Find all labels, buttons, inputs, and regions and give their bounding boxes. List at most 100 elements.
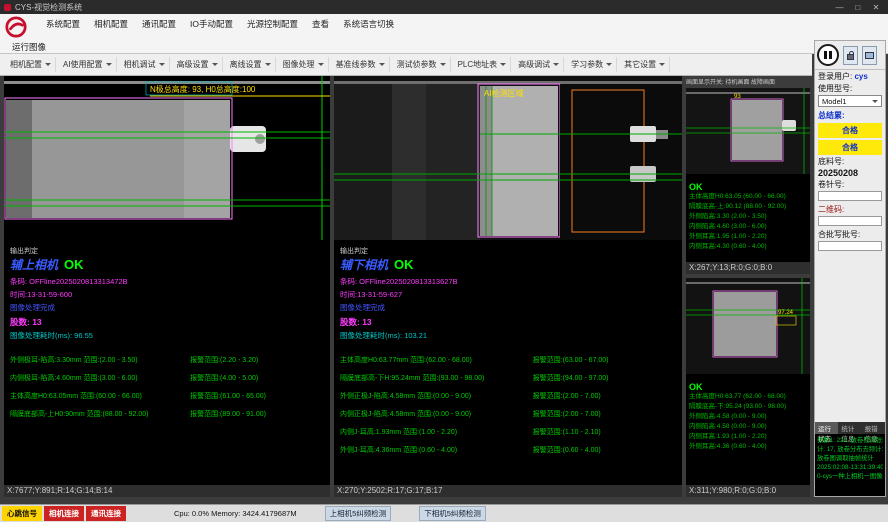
upper-result-block: 输出判定 辅上相机OK 条码: OFFline2025020813313472B… [10,246,326,419]
menu-item-io-manual[interactable]: IO手动配置 [190,18,233,30]
tool-advanced-settings[interactable]: 高级设置 [173,57,223,72]
tool-learning-params[interactable]: 学习参数 [567,57,617,72]
qr-code-input[interactable] [818,216,882,226]
upper-pixel-coords: X:7677;Y:891;R:14;G:14;B:14 [4,485,330,497]
model-label: 使用型号: [815,82,885,94]
side-bottom-result-block: OK 主体高度H0:63.77 (62.00 - 68.00) 隔膜底高-下:9… [686,379,810,452]
chevron-down-icon [500,63,506,66]
measure-row: 外侧正极J-陷高:4.58mm 范围:(0.00 - 9.00)报警范围:(2.… [340,391,678,401]
camera-connection-indicator: 相机连接 [44,506,84,521]
upper-status-ok: OK [64,257,84,272]
menu-item-light-control[interactable]: 光源控制配置 [247,18,298,30]
measure-row: 隔膜底部高-下H:95.24mm 范围:(93.00 - 98.00)报警范围:… [340,373,678,383]
upper-process-done: 图像处理完成 [10,302,326,313]
side-top-pixel-coords: X:267;Y:13;R:0;G:0;B:0 [686,262,810,274]
app-icon [4,4,11,11]
heartbeat-indicator: 心跳信号 [2,506,42,521]
chevron-down-icon [440,63,446,66]
display-toggle-button[interactable] [862,46,877,65]
close-button[interactable]: ✕ [868,3,884,12]
maximize-button[interactable]: □ [850,3,866,12]
stats-line: 计: 17, 放卷分布去频计: 0, [817,445,883,454]
lower-result-block: 输出判定 辅下相机OK 条码: OFFline2025020813313627B… [340,246,678,455]
judge-label: 输出判定 [10,246,326,256]
measure-row: 隔膜底部高-上H0:90mm 范围:(88.00 - 92.00)报警范围:(8… [10,409,326,419]
side-top-status-ok: OK [689,182,807,192]
side-bottom-line: 隔膜底高-下:95.24 (93.00 - 98.00) [689,402,807,412]
side-camera-image-bottom[interactable]: 97.24 [686,278,810,374]
chevron-down-icon [872,100,878,103]
model-select[interactable]: Model1 [818,95,882,107]
lower-overlay-label: AI检测区域 [484,88,524,98]
judge-label: 输出判定 [340,246,678,256]
lower-process-done: 图像处理完成 [340,302,678,313]
tab-errors[interactable]: 报错信息 [862,422,885,434]
menu-item-language[interactable]: 系统语言切换 [343,18,394,30]
batch-number-input[interactable] [818,241,882,251]
lower-camera-panel: AI检测区域 输出判定 辅下相机OK 条码: OFFline2025020813… [334,76,682,497]
chevron-down-icon [606,63,612,66]
status-bar: 心跳信号 相机连接 通讯连接 Cpu: 0.0% Memory: 3424.41… [0,504,888,522]
side-column-header: 画面显示开关: 待机画面 故障画面 [686,77,810,86]
control-button-row [815,41,885,70]
lower-camera-name: 辅下相机 [340,258,388,272]
side-bottom-line: 外侧耳高:4.36 (0.60 - 4.00) [689,442,807,452]
tool-advanced-debug[interactable]: 高级调试 [514,57,564,72]
lower-status-ok: OK [394,257,414,272]
tool-other-settings[interactable]: 其它设置 [620,57,670,72]
toolbar: 相机配置 AI使用配置 相机调试 高级设置 离线设置 图像处理 基准线参数 测试… [0,54,812,76]
lock-screen-button[interactable] [843,46,858,65]
tool-test-params[interactable]: 测试侦参数 [393,57,451,72]
side-top-overlay-label: 93 [734,94,741,100]
minimize-button[interactable]: — [832,3,848,12]
lower-camera-image[interactable]: AI检测区域 [334,76,682,240]
menu-item-camera-config[interactable]: 相机配置 [94,18,128,30]
pause-button[interactable] [817,44,839,66]
measure-row: 外侧J-耳高:4.36mm 范围:(0.60 - 4.00)报警范围:(0.60… [340,445,678,455]
menu-item-system-config[interactable]: 系统配置 [46,18,80,30]
chevron-down-icon [106,63,112,66]
lower-elapsed: 图像处理耗时(ms): 103.21 [340,330,678,341]
side-bottom-status-ok: OK [689,382,807,392]
batch-number-label: 合批写批号: [815,228,885,240]
comm-connection-indicator: 通讯连接 [86,506,126,521]
menu-item-view[interactable]: 查看 [312,18,329,30]
upper-time: 时间:13-31-59-600 [10,289,326,300]
tab-run-status[interactable]: 运行状态 [815,422,838,434]
chevron-down-icon [159,63,165,66]
tool-baseline-params[interactable]: 基准线参数 [332,57,390,72]
login-user-value: cys [854,72,867,81]
stats-line: 放卷图调取抽帧统计 [817,454,883,463]
needle-number-input[interactable] [818,191,882,201]
tool-offline-settings[interactable]: 离线设置 [226,57,276,72]
tool-camera-config[interactable]: 相机配置 [6,57,56,72]
upper-count: 股数: 13 [10,316,326,328]
measure-row: 外侧极耳-陷高:3.30mm 范围:(2.00 - 3.50)报警范围:(2.2… [10,355,326,365]
side-bottom-line: 内侧陷高:4.58 (0.00 - 9.00) [689,422,807,432]
side-top-line: 外侧陷高:3.30 (2.00 - 3.50) [689,212,807,222]
tool-ai-config[interactable]: AI使用配置 [59,57,117,72]
chevron-down-icon [379,63,385,66]
lot-number-label: 底料号: [815,155,885,167]
stats-tabs: 运行状态 统计信息 报错信息 [815,422,885,434]
total-result-label: 总结累: [815,109,885,121]
side-top-line: 外侧耳高:1.95 (1.00 - 2.20) [689,232,807,242]
upper-camera-image[interactable]: N极总高度: 93, H0总高度:100 [4,76,330,240]
tool-camera-debug[interactable]: 相机调试 [120,57,170,72]
side-bottom-line: 主体高度H0:63.77 (62.00 - 68.00) [689,392,807,402]
measure-row: 内侧极耳-陷高:4.60mm 范围:(3.00 - 6.00)报警范围:(4.0… [10,373,326,383]
side-camera-panel-top: 93 OK 主体高度H0:63.05 (60.00 - 66.00) 隔膜底高-… [686,88,810,274]
lower-pixel-coords: X:270;Y:2502;R:17;G:17;B:17 [334,485,682,497]
login-user-label: 登录用户: [818,72,852,81]
tool-plc-address[interactable]: PLC地址表 [454,57,512,72]
side-bottom-line: 内侧耳高:1.93 (1.00 - 2.20) [689,432,807,442]
tool-image-processing[interactable]: 图像处理 [279,57,329,72]
stats-line: 0-cys一种上相机一图像处理耗时: 258.09ms [817,472,883,481]
app-window: CYS-视觉检测系统 — □ ✕ 系统配置 相机配置 通讯配置 IO手动配置 光… [0,0,888,522]
side-camera-image-top[interactable]: 93 [686,88,810,174]
menu-item-comm-config[interactable]: 通讯配置 [142,18,176,30]
info-panel: 登录用户: cys 使用型号: Model1 总结累: 合格 合格 底料号: 2… [814,40,886,497]
tab-statistics[interactable]: 统计信息 [838,422,861,434]
measure-row: 内侧J-耳高:1.93mm 范围:(1.00 - 2.20)报警范围:(1.10… [340,427,678,437]
side-top-line: 主体高度H0:63.05 (60.00 - 66.00) [689,192,807,202]
